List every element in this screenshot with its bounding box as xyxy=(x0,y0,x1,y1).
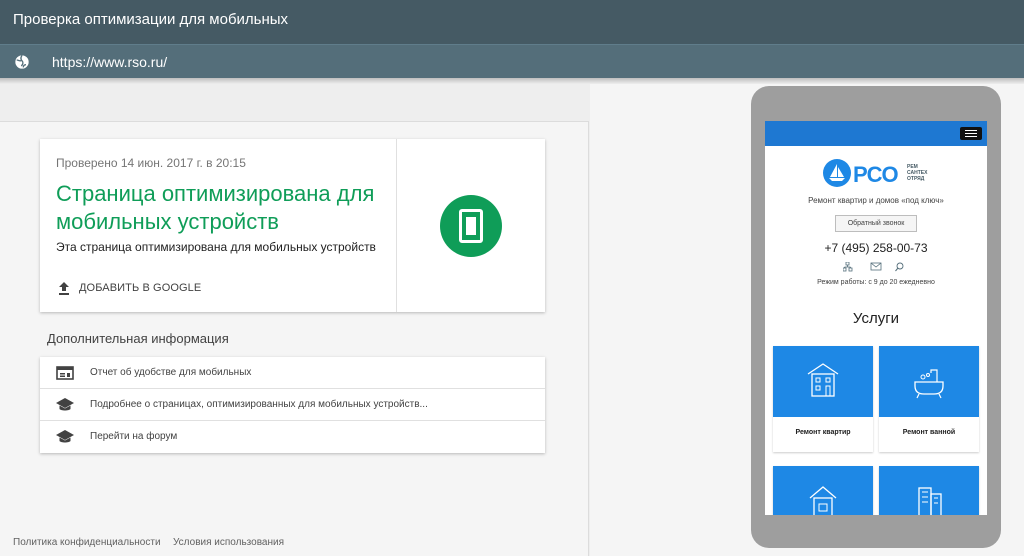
tile-caption: Ремонт ванной xyxy=(902,429,956,436)
site-phone[interactable]: +7 (495) 258-00-73 xyxy=(765,241,987,255)
logo-subtext: РЕМ САНТЕХ ОТРЯД xyxy=(907,164,927,182)
extra-info-list: Отчет об удобстве для мобильных Подробне… xyxy=(40,357,545,453)
mail-icon xyxy=(870,262,882,271)
house-icon xyxy=(809,486,837,515)
mobile-friendly-badge xyxy=(440,195,502,257)
site-logo: РСО РЕМ САНТЕХ ОТРЯД xyxy=(823,159,933,189)
checked-timestamp: Проверено 14 июн. 2017 г. в 20:15 xyxy=(56,156,246,170)
add-to-google-label: ДОБАВИТЬ В GOOGLE xyxy=(79,282,202,294)
school-icon xyxy=(56,398,74,411)
site-topbar xyxy=(765,121,987,146)
sitemap-icon xyxy=(843,262,853,272)
site-hours: Режим работы: с 9 до 20 ежедневно xyxy=(817,279,935,286)
service-tile-building[interactable] xyxy=(879,466,979,515)
list-item-label: Подробнее о страницах, оптимизированных … xyxy=(90,399,428,410)
smartphone-screen xyxy=(466,217,476,235)
verdict-title: Страница оптимизирована для мобильных ус… xyxy=(56,181,375,234)
sailboat-icon xyxy=(823,159,851,187)
app-header: Проверка оптимизации для мобильных xyxy=(0,0,1024,44)
verdict-subtitle: Эта страница оптимизирована для мобильны… xyxy=(56,240,376,254)
list-item-learn-more[interactable]: Подробнее о страницах, оптимизированных … xyxy=(40,389,545,421)
logo-subtext-line: ОТРЯД xyxy=(907,176,925,182)
page-preview[interactable]: РСО РЕМ САНТЕХ ОТРЯД Ремонт квартир и до… xyxy=(765,121,987,515)
menu-icon[interactable] xyxy=(960,127,982,140)
tile-image xyxy=(773,466,873,515)
bathtub-icon xyxy=(914,369,944,399)
tile-image xyxy=(879,466,979,515)
list-item-forum[interactable]: Перейти на форум xyxy=(40,421,545,453)
school-icon xyxy=(56,430,74,443)
service-tile-bathroom[interactable]: Ремонт ванной xyxy=(879,346,979,452)
globe-icon xyxy=(15,54,29,69)
list-item-report[interactable]: Отчет об удобстве для мобильных xyxy=(40,357,545,389)
privacy-link[interactable]: Политика конфиденциальности xyxy=(13,537,161,548)
results-pane-top xyxy=(0,84,589,122)
extra-info-heading: Дополнительная информация xyxy=(47,331,229,346)
service-tile-house[interactable] xyxy=(773,466,873,515)
report-icon xyxy=(56,366,74,380)
upload-icon xyxy=(59,282,69,295)
card-divider xyxy=(396,139,397,312)
list-item-label: Перейти на форум xyxy=(90,431,178,442)
site-icons xyxy=(843,262,904,272)
logo-text: РСО xyxy=(853,162,899,187)
site-slogan: Ремонт квартир и домов «под ключ» xyxy=(808,196,944,205)
callback-button[interactable]: Обратный звонок xyxy=(835,215,917,232)
page-title: Проверка оптимизации для мобильных xyxy=(13,11,289,28)
url-text[interactable]: https://www.rso.ru/ xyxy=(52,54,167,70)
terms-link[interactable]: Условия использования xyxy=(173,537,284,548)
tile-caption: Ремонт квартир xyxy=(795,429,851,436)
apartment-icon xyxy=(807,363,839,397)
list-item-label: Отчет об удобстве для мобильных xyxy=(90,367,252,378)
result-card: Проверено 14 июн. 2017 г. в 20:15 Страни… xyxy=(40,139,545,312)
service-tile-apartment[interactable]: Ремонт квартир xyxy=(773,346,873,452)
tile-image xyxy=(879,346,979,417)
services-title: Услуги xyxy=(852,310,900,327)
building-icon xyxy=(918,487,942,515)
url-bar: https://www.rso.ru/ xyxy=(0,44,1024,78)
search-icon xyxy=(895,262,904,272)
smartphone-icon xyxy=(459,209,483,243)
tile-image xyxy=(773,346,873,417)
